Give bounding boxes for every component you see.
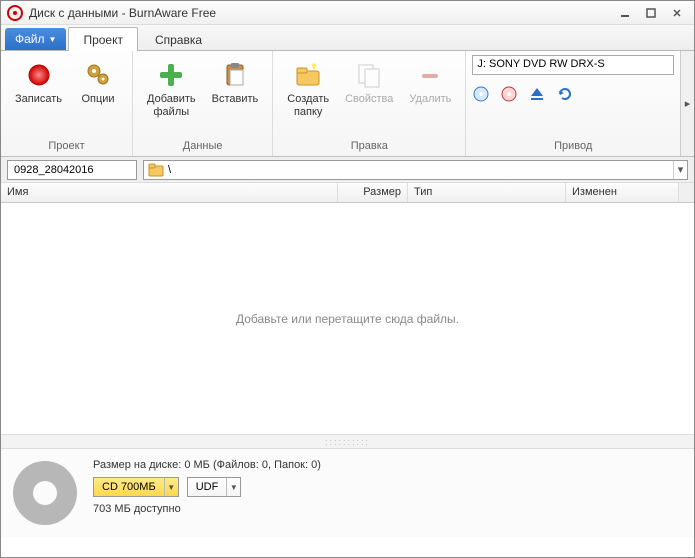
list-scrollbar[interactable] xyxy=(678,183,694,202)
close-button[interactable] xyxy=(666,6,688,20)
window-title: Диск с данными - BurnAware Free xyxy=(29,6,608,20)
splitter-gripper[interactable]: :::::::::: xyxy=(1,435,694,449)
clipboard-icon xyxy=(219,59,251,91)
disc-type-value: CD 700МБ xyxy=(94,481,164,493)
ribbon-scroll-right[interactable]: ▸ xyxy=(680,51,694,156)
paste-button[interactable]: Вставить xyxy=(204,55,267,110)
plus-icon xyxy=(155,59,187,91)
tab-bar: Файл ▼ Проект Справка xyxy=(1,25,694,51)
ribbon: Записать Опции Проект Добавить файлы Вст… xyxy=(1,51,694,157)
file-area[interactable]: Добавьте или перетащите сюда файлы. xyxy=(1,203,694,435)
col-size[interactable]: Размер xyxy=(338,183,408,202)
app-icon xyxy=(7,5,23,21)
ribbon-group-drive: J: SONY DVD RW DRX-S Привод xyxy=(466,51,680,156)
tab-help[interactable]: Справка xyxy=(140,27,217,51)
path-field[interactable]: \ ▾ xyxy=(143,160,688,180)
new-folder-icon xyxy=(292,59,324,91)
delete-icon xyxy=(414,59,446,91)
ribbon-group-edit: Создать папку Свойства Удалить Правка xyxy=(273,51,466,156)
disc-type-combo[interactable]: CD 700МБ ▼ xyxy=(93,477,179,497)
group-data-label: Данные xyxy=(133,138,272,156)
list-header: Имя Размер Тип Изменен xyxy=(1,183,694,203)
col-name[interactable]: Имя xyxy=(1,183,338,202)
add-files-button[interactable]: Добавить файлы xyxy=(139,55,204,123)
chevron-down-icon: ▼ xyxy=(164,478,178,496)
filesystem-combo[interactable]: UDF ▼ xyxy=(187,477,242,497)
path-dropdown-icon[interactable]: ▾ xyxy=(673,161,687,179)
col-type[interactable]: Тип xyxy=(408,183,566,202)
properties-icon xyxy=(353,59,385,91)
record-icon xyxy=(23,59,55,91)
chevron-down-icon: ▼ xyxy=(49,35,57,44)
group-edit-label: Правка xyxy=(273,138,465,156)
ribbon-group-data: Добавить файлы Вставить Данные xyxy=(133,51,273,156)
col-modified[interactable]: Изменен xyxy=(566,183,678,202)
gears-icon xyxy=(82,59,114,91)
add-files-label: Добавить файлы xyxy=(147,93,196,119)
refresh-icon[interactable] xyxy=(556,85,574,103)
delete-button: Удалить xyxy=(401,55,459,110)
file-menu-button[interactable]: Файл ▼ xyxy=(5,28,66,50)
new-folder-label: Создать папку xyxy=(287,93,329,119)
ribbon-group-project: Записать Опции Проект xyxy=(1,51,133,156)
group-project-label: Проект xyxy=(1,138,132,156)
delete-label: Удалить xyxy=(409,93,451,106)
minimize-button[interactable] xyxy=(614,6,636,20)
paste-label: Вставить xyxy=(212,93,259,106)
properties-label: Свойства xyxy=(345,93,393,106)
disc-info-icon[interactable] xyxy=(472,85,490,103)
path-bar: 0928_28042016 \ ▾ xyxy=(1,157,694,183)
disc-available: 703 МБ доступно xyxy=(93,503,321,515)
drive-selector[interactable]: J: SONY DVD RW DRX-S xyxy=(472,55,674,75)
maximize-button[interactable] xyxy=(640,6,662,20)
file-menu-label: Файл xyxy=(15,32,45,46)
tab-project[interactable]: Проект xyxy=(68,27,138,51)
properties-button: Свойства xyxy=(337,55,401,110)
window-controls xyxy=(614,6,688,20)
eject-icon[interactable] xyxy=(528,85,546,103)
options-button[interactable]: Опции xyxy=(70,55,126,110)
disc-summary: Размер на диске: 0 МБ (Файлов: 0, Папок:… xyxy=(93,459,321,471)
path-text: \ xyxy=(168,164,171,176)
new-folder-button[interactable]: Создать папку xyxy=(279,55,337,123)
fs-value: UDF xyxy=(188,481,227,493)
titlebar: Диск с данными - BurnAware Free xyxy=(1,1,694,25)
group-drive-label: Привод xyxy=(466,138,680,156)
burn-label: Записать xyxy=(15,93,62,106)
disc-erase-icon[interactable] xyxy=(500,85,518,103)
chevron-down-icon: ▼ xyxy=(226,478,240,496)
compilation-name-input[interactable]: 0928_28042016 xyxy=(7,160,137,180)
options-label: Опции xyxy=(81,93,114,106)
folder-icon xyxy=(148,163,164,177)
disc-gauge-icon xyxy=(11,459,79,527)
footer-panel: Размер на диске: 0 МБ (Файлов: 0, Папок:… xyxy=(1,449,694,537)
burn-button[interactable]: Записать xyxy=(7,55,70,110)
